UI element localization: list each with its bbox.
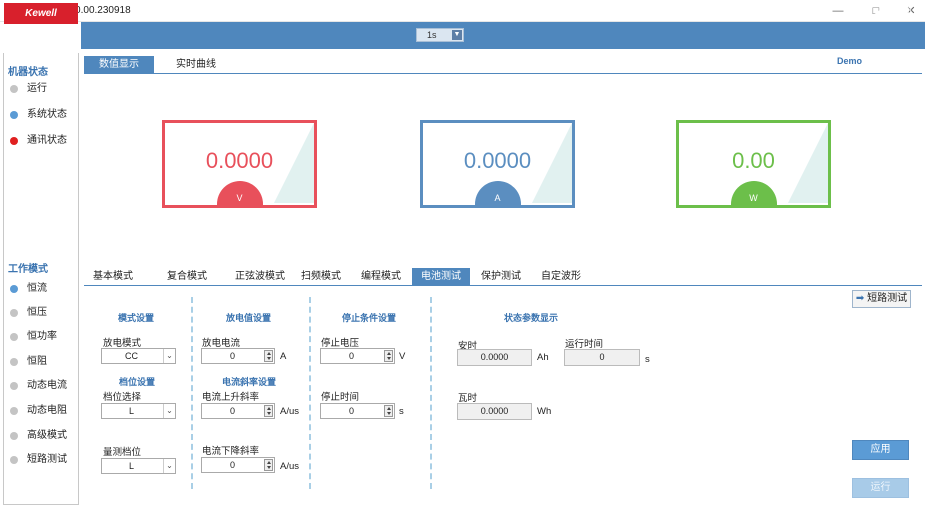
discharge-value-title: 放电值设置 xyxy=(226,313,272,323)
rise-slope-unit: A/us xyxy=(280,406,300,417)
tab-sweep-mode[interactable]: 扫频模式 xyxy=(296,268,346,285)
back-button[interactable]: ◀━ 返回 xyxy=(874,0,912,27)
tab-battery-test[interactable]: 电池测试 xyxy=(412,268,470,285)
status-dot-icon xyxy=(10,137,18,145)
current-value: 0.0000 xyxy=(463,148,532,173)
chevron-down-icon: ⌄ xyxy=(163,459,175,473)
measure-range-select[interactable]: L ⌄ xyxy=(101,458,176,474)
run-button[interactable]: 运行 xyxy=(852,478,909,498)
power-unit: W xyxy=(730,181,777,205)
radio-dot-icon xyxy=(10,309,18,317)
stop-voltage-unit: V xyxy=(399,351,406,362)
runtime-unit: s xyxy=(645,354,650,365)
voltage-gauge: 0.0000 V xyxy=(162,120,317,208)
range-settings-title: 档位设置 xyxy=(119,377,156,387)
column-separator xyxy=(309,297,311,489)
fall-slope-unit: A/us xyxy=(280,461,300,472)
work-mode-title: 工作模式 xyxy=(8,264,48,275)
spinner-icon[interactable] xyxy=(264,350,273,362)
demo-label: Demo xyxy=(837,56,863,66)
tab-basic-mode[interactable]: 基本模式 xyxy=(84,268,142,285)
tab-custom-waveform[interactable]: 自定波形 xyxy=(534,268,588,285)
voltage-unit: V xyxy=(216,181,263,205)
radio-dot-icon xyxy=(10,432,18,440)
tab-sine-mode[interactable]: 正弦波模式 xyxy=(230,268,290,285)
chevron-down-icon: ▼ xyxy=(452,30,462,40)
spinner-icon[interactable] xyxy=(264,459,273,471)
radio-dot-icon xyxy=(10,358,18,366)
chevron-down-icon: ⌄ xyxy=(163,404,175,418)
arrow-right-icon: ➡ xyxy=(855,293,865,304)
stop-time-input[interactable]: 0 xyxy=(320,403,395,419)
spinner-icon[interactable] xyxy=(264,405,273,417)
status-params-title: 状态参数显示 xyxy=(504,313,559,323)
discharge-current-label: 放电电流 xyxy=(202,338,241,349)
tab-realtime-curve[interactable]: 实时曲线 xyxy=(163,56,229,73)
current-gauge: 0.0000 A xyxy=(420,120,575,208)
rise-slope-input[interactable]: 0 xyxy=(201,403,275,419)
mode-tab-underline xyxy=(84,285,922,286)
radio-dot-icon xyxy=(10,407,18,415)
apply-button[interactable]: 应用 xyxy=(852,440,909,460)
tab-protection-test[interactable]: 保护测试 xyxy=(476,268,526,285)
save-interval-value: 1s xyxy=(427,30,437,40)
machine-status-title: 机器状态 xyxy=(8,67,48,78)
current-unit: A xyxy=(474,181,521,205)
measure-range-label: 量测档位 xyxy=(103,447,142,458)
column-separator xyxy=(430,297,432,489)
mode-settings-title: 模式设置 xyxy=(118,313,155,323)
wh-value: 0.0000 xyxy=(457,403,532,420)
slope-settings-title: 电流斜率设置 xyxy=(222,377,277,387)
spinner-icon[interactable] xyxy=(384,350,393,362)
fault-reset-button[interactable]: 故障复位 xyxy=(727,0,767,27)
short-test-button[interactable]: ➡ 短路测试 xyxy=(852,290,911,308)
stop-condition-title: 停止条件设置 xyxy=(342,313,397,323)
stop-voltage-label: 停止电压 xyxy=(321,338,360,349)
stop-time-label: 停止时间 xyxy=(321,392,360,403)
discharge-mode-select[interactable]: CC ⌄ xyxy=(101,348,176,364)
radio-dot-icon xyxy=(10,333,18,341)
status-dot-icon xyxy=(10,111,18,119)
tab-composite-mode[interactable]: 复合模式 xyxy=(158,268,216,285)
fall-slope-label: 电流下降斜率 xyxy=(202,446,260,457)
range-select[interactable]: L ⌄ xyxy=(101,403,176,419)
radio-dot-icon xyxy=(10,456,18,464)
stop-time-unit: s xyxy=(399,406,404,417)
ah-value: 0.0000 xyxy=(457,349,532,366)
param-settings-button[interactable]: 参数设置 xyxy=(571,0,611,27)
system-debug-button[interactable]: 系统调试 xyxy=(649,0,689,27)
brand-area xyxy=(0,22,81,49)
power-gauge: 0.00 W xyxy=(676,120,831,208)
arrow-left-icon: ◀━ xyxy=(874,7,890,19)
voltage-value: 0.0000 xyxy=(205,148,274,173)
save-interval-label: 保存间隔 xyxy=(377,8,417,19)
rise-slope-label: 电流上升斜率 xyxy=(202,392,260,403)
runtime-label: 运行时间 xyxy=(565,339,604,350)
column-separator xyxy=(191,297,193,489)
radio-dot-icon xyxy=(10,382,18,390)
tab-underline xyxy=(84,73,922,74)
help-button[interactable]: 帮助 xyxy=(813,0,833,27)
stop-voltage-input[interactable]: 0 xyxy=(320,348,395,364)
ah-unit: Ah xyxy=(537,352,549,363)
power-value: 0.00 xyxy=(732,148,775,173)
discharge-current-input[interactable]: 0 xyxy=(201,348,275,364)
tab-numeric-display[interactable]: 数值显示 xyxy=(84,56,154,73)
tab-program-mode[interactable]: 编程模式 xyxy=(356,268,406,285)
discharge-current-unit: A xyxy=(280,351,287,362)
spinner-icon[interactable] xyxy=(384,405,393,417)
fall-slope-input[interactable]: 0 xyxy=(201,457,275,473)
radio-dot-icon xyxy=(10,285,18,293)
start-save-button[interactable]: 开始保存 xyxy=(491,0,531,27)
discharge-mode-label: 放电模式 xyxy=(103,338,142,349)
window-titlebar xyxy=(0,0,925,22)
runtime-value: 0 xyxy=(564,349,640,366)
wh-label: 瓦时 xyxy=(458,393,478,404)
kewell-logo: Kewell xyxy=(4,3,78,24)
save-interval-select[interactable]: 1s ▼ xyxy=(416,28,464,42)
wh-unit: Wh xyxy=(537,406,552,417)
chevron-down-icon: ⌄ xyxy=(163,349,175,363)
status-dot-icon xyxy=(10,85,18,93)
range-select-label: 档位选择 xyxy=(103,392,142,403)
